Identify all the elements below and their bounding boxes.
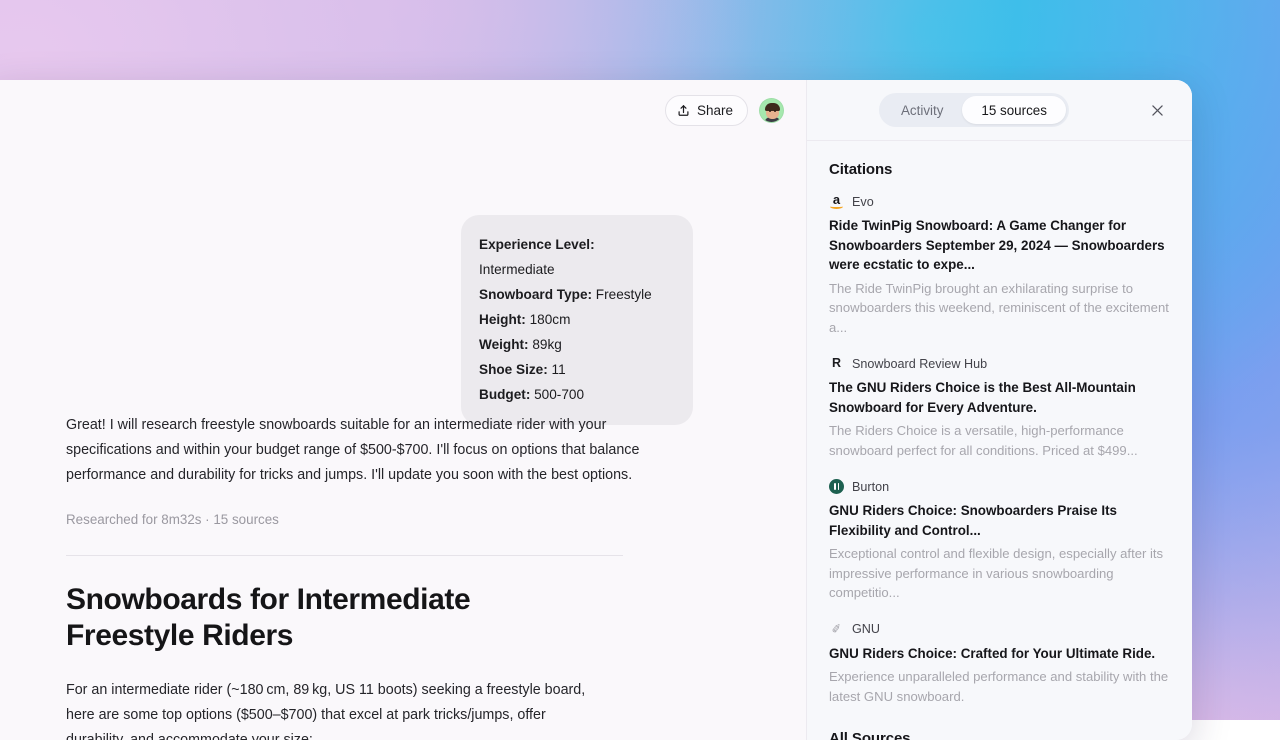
citation-title[interactable]: GNU Riders Choice: Snowboarders Praise I…	[829, 501, 1170, 540]
amazon-a-icon: a	[829, 194, 844, 209]
spec-key: Budget:	[479, 387, 530, 402]
user-message-bubble: Experience Level: IntermediateSnowboard …	[461, 215, 693, 425]
citation-source-label: GNU	[852, 622, 880, 636]
letter-r-icon: R	[829, 356, 844, 371]
citation-snippet: Exceptional control and flexible design,…	[829, 544, 1170, 603]
upload-icon	[677, 104, 690, 117]
conversation-scroll[interactable]: Experience Level: IntermediateSnowboard …	[0, 140, 806, 740]
spec-row: Weight: 89kg	[479, 332, 673, 357]
spec-key: Experience Level:	[479, 237, 595, 252]
citation-item[interactable]: R Snowboard Review Hub The GNU Riders Choi…	[829, 356, 1170, 460]
spec-value: 500-700	[530, 387, 584, 402]
tab-activity[interactable]: Activity	[882, 96, 962, 124]
content-divider	[66, 555, 623, 556]
sources-pane: Activity15 sources Citations a Evo Ride Tw…	[806, 80, 1192, 740]
spec-value: Freestyle	[592, 287, 652, 302]
spec-key: Weight:	[479, 337, 529, 352]
conversation-toolbar: Share	[0, 80, 806, 140]
citation-source-label: Snowboard Review Hub	[852, 357, 987, 371]
all-sources-heading: All Sources	[829, 730, 1170, 740]
avatar-hair	[765, 103, 780, 111]
close-button[interactable]	[1144, 97, 1170, 123]
assistant-message: Great! I will research freestyle snowboa…	[66, 413, 644, 488]
avatar-eye-right	[774, 110, 776, 112]
sources-tabs: Activity15 sources	[879, 93, 1069, 127]
citation-source: Burton	[829, 479, 1170, 494]
spec-row: Budget: 500-700	[479, 382, 673, 407]
avatar[interactable]	[759, 98, 784, 123]
sources-scroll[interactable]: Citations a Evo Ride TwinPig Snowboard: A …	[807, 141, 1192, 740]
spec-value: Intermediate	[479, 262, 555, 277]
citation-item[interactable]: a Evo Ride TwinPig Snowboard: A Game Chang…	[829, 194, 1170, 337]
share-button[interactable]: Share	[665, 95, 748, 126]
amazon-smile-icon	[830, 204, 843, 209]
citation-title[interactable]: Ride TwinPig Snowboard: A Game Changer f…	[829, 216, 1170, 275]
citation-item[interactable]: ✐ GNU GNU Riders Choice: Crafted for Your …	[829, 622, 1170, 707]
citation-source-label: Burton	[852, 480, 889, 494]
burton-circle-icon	[829, 479, 844, 494]
conversation-pane: Share Experience Level: IntermediateSnow…	[0, 80, 806, 740]
share-button-label: Share	[697, 103, 733, 118]
spec-value: 180cm	[526, 312, 571, 327]
citation-snippet: Experience unparalleled performance and …	[829, 667, 1170, 706]
spec-key: Height:	[479, 312, 526, 327]
spec-key: Snowboard Type:	[479, 287, 592, 302]
gnu-swoosh-icon: ✐	[828, 621, 845, 638]
spec-row: Experience Level: Intermediate	[479, 232, 673, 282]
app-window: Share Experience Level: IntermediateSnow…	[0, 80, 1192, 740]
spec-key: Shoe Size:	[479, 362, 548, 377]
spec-row: Height: 180cm	[479, 307, 673, 332]
research-meta: Researched for 8m32s · 15 sources	[66, 512, 279, 527]
spec-value: 11	[548, 362, 566, 377]
citation-list: a Evo Ride TwinPig Snowboard: A Game Chang…	[829, 194, 1170, 706]
burton-bars-icon	[834, 483, 839, 490]
citation-title[interactable]: The GNU Riders Choice is the Best All-Mo…	[829, 378, 1170, 417]
spec-value: 89kg	[529, 337, 562, 352]
spec-row: Shoe Size: 11	[479, 357, 673, 382]
citation-source: a Evo	[829, 194, 1170, 209]
spec-row: Snowboard Type: Freestyle	[479, 282, 673, 307]
citation-snippet: The Ride TwinPig brought an exhilarating…	[829, 279, 1170, 338]
citation-source-label: Evo	[852, 195, 874, 209]
citation-snippet: The Riders Choice is a versatile, high-p…	[829, 421, 1170, 460]
citation-source: ✐ GNU	[829, 622, 1170, 637]
citation-title[interactable]: GNU Riders Choice: Crafted for Your Ulti…	[829, 644, 1170, 664]
close-icon	[1149, 102, 1166, 119]
avatar-eye-left	[769, 110, 771, 112]
citation-source: R Snowboard Review Hub	[829, 356, 1170, 371]
citation-item[interactable]: Burton GNU Riders Choice: Snowboarders Pr…	[829, 479, 1170, 603]
citations-heading: Citations	[829, 161, 1170, 178]
report-intro-paragraph: For an intermediate rider (~180 cm, 89 k…	[66, 678, 586, 740]
tab-15-sources[interactable]: 15 sources	[962, 96, 1066, 124]
sources-toolbar: Activity15 sources	[807, 80, 1192, 141]
page-title: Snowboards for Intermediate Freestyle Ri…	[66, 582, 566, 654]
